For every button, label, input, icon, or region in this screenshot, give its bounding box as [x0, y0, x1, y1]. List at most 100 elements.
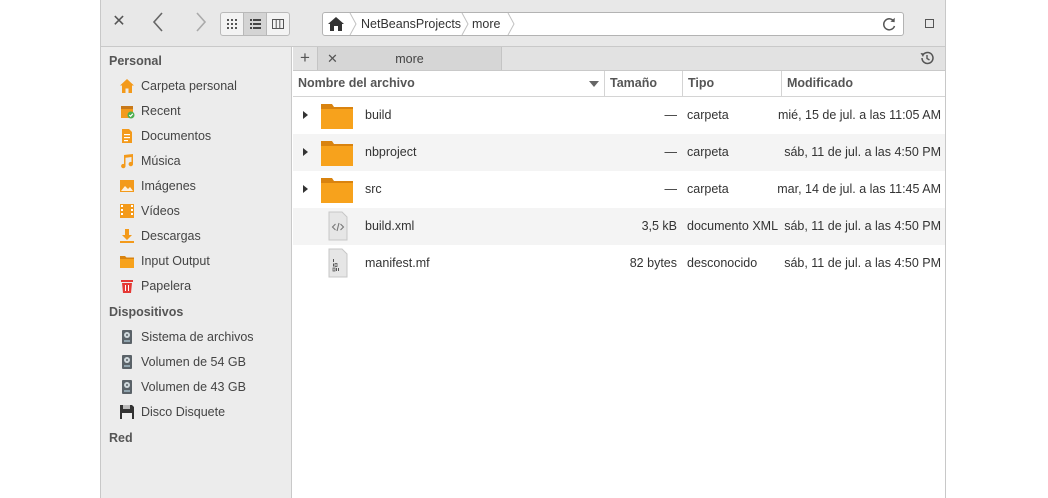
file-name: build	[365, 108, 392, 122]
column-header-label: Tamaño	[610, 76, 657, 90]
sidebar-heading-personal: Personal	[109, 54, 162, 68]
file-list: build — carpeta mié, 15 de jul. a las 11…	[293, 97, 945, 282]
folder-icon	[120, 256, 134, 268]
file-type: carpeta	[687, 108, 729, 122]
folder-icon	[321, 104, 353, 129]
crumb-netbeansprojects[interactable]: NetBeansProjects	[361, 17, 461, 31]
home-icon	[328, 17, 344, 31]
file-type: carpeta	[687, 182, 729, 196]
sidebar-item-musica[interactable]: Música	[119, 151, 289, 171]
column-header-label: Nombre del archivo	[298, 76, 415, 90]
expand-arrow-icon[interactable]	[303, 185, 308, 193]
file-size: 82 bytes	[629, 256, 677, 270]
folder-icon	[321, 141, 353, 166]
recent-icon	[121, 106, 135, 119]
sidebar-item-sistema-de-archivos[interactable]: Sistema de archivos	[119, 327, 289, 347]
path-bar[interactable]: NetBeansProjects more	[322, 12, 904, 36]
column-view-button[interactable]	[267, 13, 289, 35]
file-name: build.xml	[365, 219, 415, 233]
sidebar-item-volumen-43[interactable]: Volumen de 43 GB	[119, 377, 289, 397]
file-size: —	[664, 145, 678, 159]
sidebar-item-disco-disquete[interactable]: Disco Disquete	[119, 402, 289, 422]
file-size: —	[664, 182, 678, 196]
drive-icon	[122, 355, 132, 369]
sidebar-item-documentos[interactable]: Documentos	[119, 126, 289, 146]
sidebar-item-volumen-54[interactable]: Volumen de 54 GB	[119, 352, 289, 372]
sidebar-item-label: Papelera	[141, 279, 192, 293]
tab-bar: + ✕ more	[293, 47, 945, 71]
reload-button[interactable]	[881, 16, 897, 32]
sidebar-item-label: Volumen de 43 GB	[141, 380, 246, 394]
table-row[interactable]: build.xml 3,5 kB documento XML sáb, 11 d…	[293, 208, 945, 245]
sidebar-item-videos[interactable]: Vídeos	[119, 201, 289, 221]
refresh-icon	[883, 17, 896, 31]
documents-icon	[122, 129, 132, 143]
maximize-icon[interactable]	[925, 19, 934, 28]
drive-icon	[122, 330, 132, 344]
table-row[interactable]: manifest.mf 82 bytes desconocido sáb, 11…	[293, 245, 945, 282]
file-name: manifest.mf	[365, 256, 430, 270]
drive-icon	[122, 380, 132, 394]
sidebar-item-label: Recent	[141, 104, 181, 118]
column-header-size[interactable]: Tamaño	[604, 71, 682, 96]
file-manager-window: ✕ NetBeansProjects more Personal Carpeta…	[100, 0, 946, 498]
table-row[interactable]: build — carpeta mié, 15 de jul. a las 11…	[293, 97, 945, 134]
column-header-name[interactable]: Nombre del archivo	[293, 71, 604, 96]
forward-button[interactable]	[189, 10, 213, 36]
icon-view-button[interactable]	[221, 13, 244, 35]
home-icon	[120, 79, 134, 93]
crumb-separator	[461, 13, 469, 35]
pictures-icon	[120, 180, 134, 192]
column-header-label: Tipo	[688, 76, 715, 90]
file-type: carpeta	[687, 145, 729, 159]
downloads-icon	[120, 229, 134, 243]
sidebar-heading-red: Red	[109, 431, 133, 445]
close-window-icon[interactable]: ✕	[111, 14, 127, 30]
column-header-type[interactable]: Tipo	[682, 71, 781, 96]
history-button[interactable]	[919, 50, 935, 66]
sidebar-item-input-output[interactable]: Input Output	[119, 251, 289, 271]
list-icon	[249, 19, 261, 29]
back-button[interactable]	[146, 10, 170, 36]
table-row[interactable]: src — carpeta mar, 14 de jul. a las 11:4…	[293, 171, 945, 208]
floppy-icon	[120, 405, 134, 419]
sidebar-item-label: Volumen de 54 GB	[141, 355, 246, 369]
expand-arrow-icon[interactable]	[303, 111, 308, 119]
sidebar-item-carpeta-personal[interactable]: Carpeta personal	[119, 76, 289, 96]
file-modified: mar, 14 de jul. a las 11:45 AM	[777, 182, 941, 196]
new-tab-button[interactable]: +	[293, 47, 318, 70]
list-view-button[interactable]	[244, 13, 267, 35]
sidebar-item-label: Carpeta personal	[141, 79, 237, 93]
sidebar-item-recent[interactable]: Recent	[119, 101, 289, 121]
music-icon	[121, 154, 134, 169]
sort-descending-icon	[589, 81, 599, 87]
folder-icon	[321, 178, 353, 203]
history-icon	[920, 51, 934, 65]
tab-more[interactable]: ✕ more	[318, 47, 502, 70]
file-type: desconocido	[687, 256, 758, 270]
sidebar-item-papelera[interactable]: Papelera	[119, 276, 289, 296]
sidebar-item-imagenes[interactable]: Imágenes	[119, 176, 289, 196]
sidebar-heading-dispositivos: Dispositivos	[109, 305, 184, 319]
chevron-left-icon	[152, 12, 163, 32]
sidebar-item-label: Descargas	[141, 229, 201, 243]
column-header-modified[interactable]: Modificado	[781, 71, 945, 96]
sidebar-item-label: Sistema de archivos	[141, 330, 254, 344]
crumb-more[interactable]: more	[472, 17, 500, 31]
file-size: 3,5 kB	[641, 219, 677, 233]
file-modified: mié, 15 de jul. a las 11:05 AM	[777, 108, 941, 122]
file-modified: sáb, 11 de jul. a las 4:50 PM	[784, 256, 941, 270]
sidebar-item-label: Disco Disquete	[141, 405, 226, 419]
binary-file-icon	[328, 248, 348, 278]
xml-file-icon	[328, 211, 348, 241]
sidebar-item-descargas[interactable]: Descargas	[119, 226, 289, 246]
table-row[interactable]: nbproject — carpeta sáb, 11 de jul. a la…	[293, 134, 945, 171]
file-name: src	[365, 182, 382, 196]
file-modified: sáb, 11 de jul. a las 4:50 PM	[784, 145, 941, 159]
crumb-separator	[349, 13, 357, 35]
expand-arrow-icon[interactable]	[303, 148, 308, 156]
columns-icon	[272, 19, 284, 29]
trash-icon	[121, 280, 133, 293]
home-crumb[interactable]	[327, 16, 345, 32]
chevron-right-icon	[196, 12, 207, 32]
